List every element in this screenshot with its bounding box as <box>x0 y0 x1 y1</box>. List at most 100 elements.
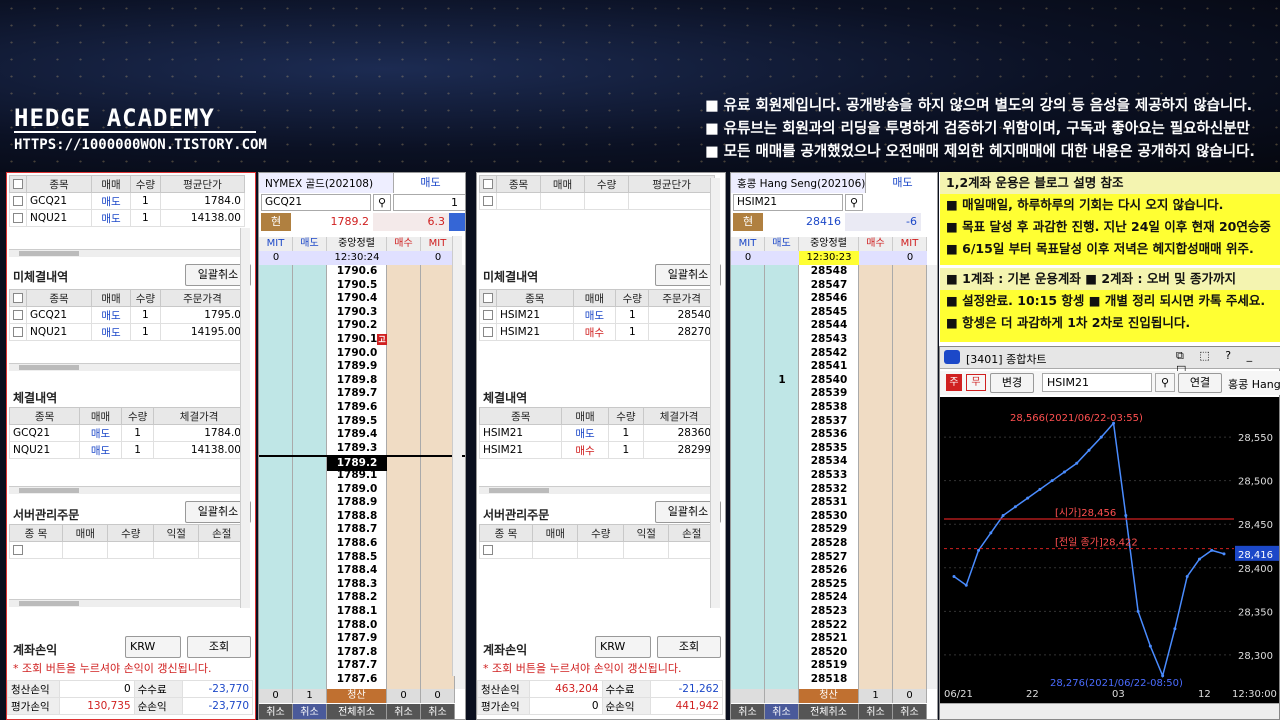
ladder-row[interactable]: 28539 <box>731 387 937 401</box>
cancel-all-orders-button[interactable]: 전체취소 <box>327 704 387 719</box>
ladder-row[interactable]: 28531 <box>731 496 937 510</box>
ladder-row[interactable]: 1790.2 <box>259 319 465 333</box>
cancel-all-orders-button[interactable]: 전체취소 <box>799 704 859 719</box>
search-icon[interactable]: ⚲ <box>373 194 391 211</box>
ladder-row[interactable]: 28548 <box>731 265 937 279</box>
ladder-row[interactable]: 28535 <box>731 442 937 456</box>
select-all-checkbox[interactable] <box>13 293 23 303</box>
v-scrollbar[interactable] <box>452 236 462 676</box>
ladder-row[interactable]: 28536 <box>731 428 937 442</box>
ladder-row[interactable]: 1789.6 <box>259 401 465 415</box>
ladder-row[interactable]: 28529 <box>731 523 937 537</box>
ladder-row[interactable]: 28524 <box>731 591 937 605</box>
ladder-row[interactable]: 28545 <box>731 306 937 320</box>
row-checkbox[interactable] <box>483 310 493 320</box>
h-scrollbar[interactable] <box>9 363 245 371</box>
ladder-row[interactable]: 1789.8 <box>259 374 465 388</box>
search-icon[interactable]: ⚲ <box>1155 373 1175 392</box>
order-icon[interactable]: 주 <box>946 374 962 391</box>
table-row[interactable]: NQU21 매도 1 14138.00 <box>8 441 245 459</box>
h-scrollbar[interactable] <box>479 486 715 494</box>
table-row[interactable]: NQU21 매도 1 14195.00 <box>9 323 246 341</box>
ladder-row[interactable]: 1788.7 <box>259 523 465 537</box>
order-qty-input[interactable]: 1 <box>393 194 465 211</box>
table-row[interactable]: HSIM21 매수 1 28299 <box>478 441 715 459</box>
ladder-row[interactable]: 28547 <box>731 279 937 293</box>
search-icon[interactable]: ⚲ <box>845 194 863 211</box>
h-scrollbar[interactable] <box>9 486 245 494</box>
ladder-row[interactable]: 1788.4 <box>259 564 465 578</box>
ladder-row[interactable]: 28528 <box>731 537 937 551</box>
ladder-row[interactable]: 28521 <box>731 632 937 646</box>
ladder-row[interactable]: 1787.8 <box>259 646 465 660</box>
v-scrollbar[interactable] <box>710 178 720 608</box>
link-button[interactable]: 연결 <box>1178 373 1222 393</box>
ladder-row[interactable]: 28532 <box>731 483 937 497</box>
ladder-row[interactable]: 1788.0 <box>259 619 465 633</box>
side-tab[interactable] <box>449 213 465 231</box>
cancel-button[interactable]: 취소 <box>893 704 927 719</box>
ladder-row[interactable]: 1790.6 <box>259 265 465 279</box>
ladder-row[interactable]: 28530 <box>731 510 937 524</box>
v-scrollbar[interactable] <box>240 228 250 608</box>
ladder-row[interactable]: 1789.1 <box>259 469 465 483</box>
table-row[interactable]: NQU21 매도 1 14138.00 <box>9 209 246 227</box>
select-all-checkbox[interactable] <box>483 179 493 189</box>
row-checkbox[interactable] <box>483 327 493 337</box>
side-toggle[interactable]: 매도 <box>865 173 937 193</box>
cancel-button[interactable]: 취소 <box>421 704 455 719</box>
cancel-button[interactable]: 취소 <box>259 704 293 719</box>
ladder-row[interactable]: 28519 <box>731 659 937 673</box>
ladder-row[interactable]: 1789.9 <box>259 360 465 374</box>
table-row[interactable]: GCQ21 매도 1 1784.0 <box>8 424 245 442</box>
ladder-row[interactable]: 28541 <box>731 360 937 374</box>
ladder-row[interactable]: 28546 <box>731 292 937 306</box>
ladder-row[interactable]: 1788.6 <box>259 537 465 551</box>
ladder-row[interactable]: 28520 <box>731 646 937 660</box>
row-checkbox[interactable] <box>13 545 23 555</box>
ladder-row[interactable]: 28526 <box>731 564 937 578</box>
side-toggle[interactable]: 매도 <box>393 173 465 193</box>
ladder-row[interactable]: 1790.0 <box>259 347 465 361</box>
ladder-row[interactable]: 1787.7 <box>259 659 465 673</box>
currency-select[interactable]: KRW <box>595 636 651 658</box>
ladder-row[interactable]: 1788.9 <box>259 496 465 510</box>
ladder-row[interactable]: 28543 <box>731 333 937 347</box>
table-row[interactable]: HSIM21 매수 1 28270 <box>479 323 715 341</box>
ladder-row[interactable]: 28525 <box>731 578 937 592</box>
h-scrollbar[interactable] <box>9 599 245 607</box>
ladder-row[interactable]: 28522 <box>731 619 937 633</box>
row-checkbox[interactable] <box>13 310 23 320</box>
ladder-row[interactable]: 1789.3 <box>259 442 465 456</box>
h-scrollbar[interactable] <box>9 249 245 257</box>
chart-symbol-select[interactable]: HSIM21 <box>1042 373 1152 392</box>
table-row[interactable]: GCQ21 매도 1 1795.0 <box>9 306 246 324</box>
ladder-row[interactable]: 28538 <box>731 401 937 415</box>
ladder-row[interactable]: 1789.5 <box>259 415 465 429</box>
ladder-row[interactable]: 1790.3 <box>259 306 465 320</box>
ladder-row[interactable]: 1788.5 <box>259 551 465 565</box>
row-checkbox[interactable] <box>483 196 493 206</box>
ladder-row[interactable]: 1788.1 <box>259 605 465 619</box>
ladder-row[interactable]: 1788.2 <box>259 591 465 605</box>
ladder-row[interactable]: 1789.0 <box>259 483 465 497</box>
cancel-button[interactable]: 취소 <box>731 704 765 719</box>
ladder-row[interactable]: 28534 <box>731 455 937 469</box>
ladder-row[interactable]: 28518 <box>731 673 937 687</box>
price-chart[interactable]: 28,550 28,500 28,450 28,400 28,350 28,300 28,5… <box>940 397 1279 703</box>
ladder-row[interactable]: 1790.5 <box>259 279 465 293</box>
ladder-row[interactable]: 28540 1 <box>731 374 937 388</box>
symbol-select[interactable]: HSIM21 <box>733 194 843 211</box>
ladder-row[interactable]: 1789.7 <box>259 387 465 401</box>
ladder-row[interactable]: 28542 <box>731 347 937 361</box>
ladder-row[interactable]: 1788.3 <box>259 578 465 592</box>
change-button[interactable]: 변경 <box>990 373 1034 393</box>
function-icon[interactable]: 무 <box>966 374 986 391</box>
ladder-row[interactable]: 28537 <box>731 415 937 429</box>
cancel-button[interactable]: 취소 <box>859 704 893 719</box>
table-row[interactable]: GCQ21 매도 1 1784.0 <box>9 192 246 210</box>
table-row[interactable]: HSIM21 매도 1 28540 <box>479 306 715 324</box>
ladder-row[interactable]: 1790.4 <box>259 292 465 306</box>
ladder-row[interactable]: 1787.9 <box>259 632 465 646</box>
ladder-row[interactable]: 1789.4 <box>259 428 465 442</box>
